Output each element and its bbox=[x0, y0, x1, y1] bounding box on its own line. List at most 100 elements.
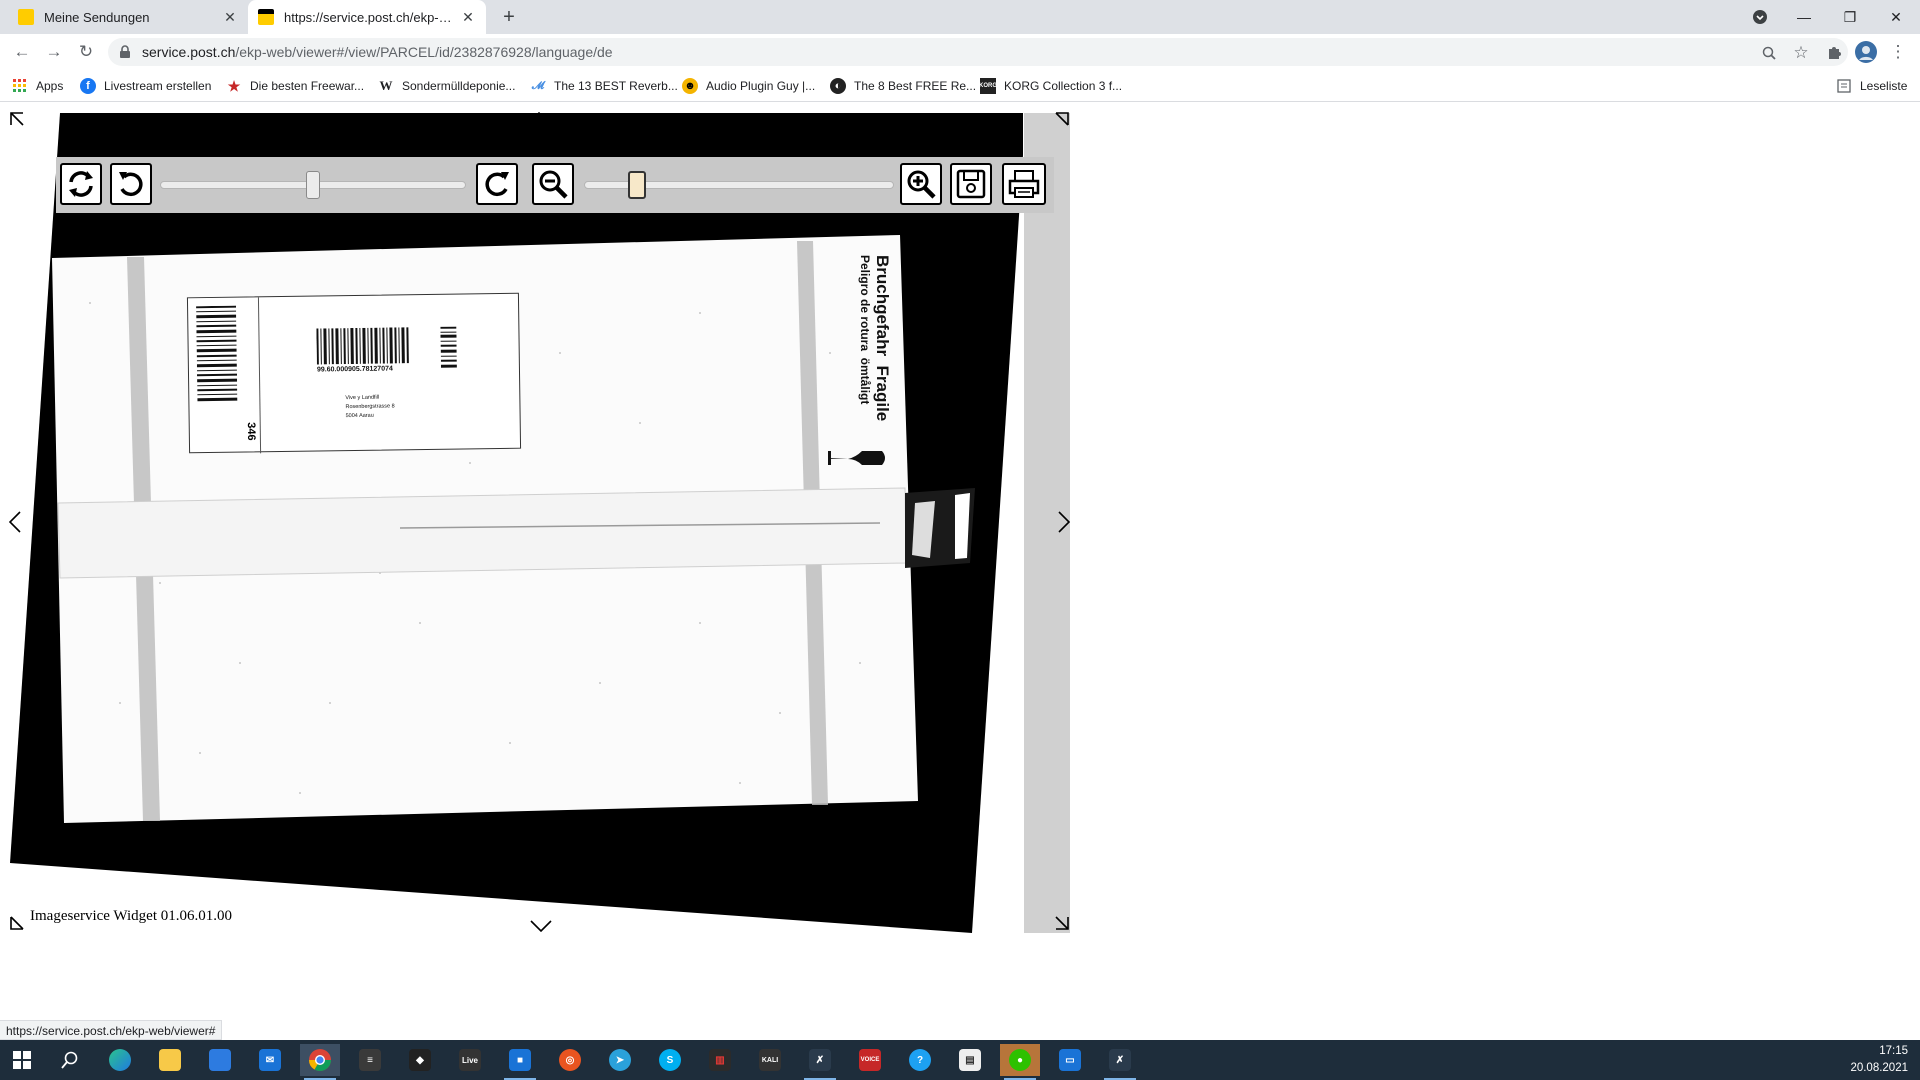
new-tab-button[interactable]: + bbox=[497, 6, 521, 28]
x-app-icon: ✗ bbox=[1109, 1049, 1131, 1071]
print-button[interactable] bbox=[1002, 163, 1046, 205]
mail-button[interactable]: ✉ bbox=[250, 1044, 290, 1076]
bookmark-apps[interactable]: Apps bbox=[12, 77, 63, 95]
voicemeeter-button[interactable]: VOICE bbox=[850, 1044, 890, 1076]
app-chat-button[interactable]: ? bbox=[900, 1044, 940, 1076]
live-icon: Live bbox=[459, 1049, 481, 1071]
search-button[interactable] bbox=[50, 1044, 90, 1076]
zoom-icon[interactable] bbox=[1760, 44, 1778, 62]
rotate-left-button[interactable] bbox=[110, 163, 152, 205]
app-inkscape-button[interactable]: ◆ bbox=[400, 1044, 440, 1076]
file-explorer-button[interactable] bbox=[150, 1044, 190, 1076]
mail-icon: ✉ bbox=[259, 1049, 281, 1071]
app-daw-button[interactable]: ▥ bbox=[700, 1044, 740, 1076]
ableton-live-button[interactable]: Live bbox=[450, 1044, 490, 1076]
floppy-disk-icon bbox=[956, 169, 986, 199]
pan-left-arrow-icon[interactable] bbox=[8, 511, 21, 538]
tab-meine-sendungen[interactable]: Meine Sendungen ✕ bbox=[8, 0, 248, 34]
forward-button[interactable]: → bbox=[42, 40, 66, 64]
app-cube-button[interactable]: ■ bbox=[500, 1044, 540, 1080]
start-button[interactable] bbox=[2, 1044, 42, 1076]
ubuntu-button[interactable]: ◎ bbox=[550, 1044, 590, 1076]
telegram-icon: ➤ bbox=[609, 1049, 631, 1071]
corner-bottom-left-icon[interactable] bbox=[9, 915, 25, 934]
kali-button[interactable]: KALI bbox=[750, 1044, 790, 1076]
menu-button[interactable]: ⋮ bbox=[1886, 40, 1910, 64]
corner-top-left-icon[interactable] bbox=[9, 111, 25, 130]
bookmark-star-icon[interactable]: ☆ bbox=[1792, 43, 1810, 62]
zoom-in-button[interactable] bbox=[900, 163, 942, 205]
facebook-icon: f bbox=[80, 78, 96, 94]
close-window-button[interactable]: ✕ bbox=[1876, 0, 1916, 34]
folder-icon bbox=[159, 1049, 181, 1071]
app-mixer-button[interactable]: ≡ bbox=[350, 1044, 390, 1076]
zoom-slider-thumb[interactable] bbox=[627, 171, 646, 199]
close-tab-icon[interactable]: ✕ bbox=[222, 9, 238, 25]
apps-grid-icon bbox=[12, 78, 28, 94]
printer-icon bbox=[1008, 170, 1040, 198]
address-bar[interactable]: service.post.ch/ekp-web/viewer#/view/PAR… bbox=[108, 38, 1848, 66]
bookmark-freeware[interactable]: ★ Die besten Freewar... bbox=[226, 77, 364, 95]
restore-button[interactable]: ❐ bbox=[1830, 0, 1870, 34]
post-favicon-icon bbox=[18, 9, 34, 25]
tracking-number: 99.60.000905.78127074 bbox=[316, 365, 393, 374]
bookmark-korg[interactable]: KORG KORG Collection 3 f... bbox=[979, 77, 1122, 95]
close-tab-icon[interactable]: ✕ bbox=[460, 9, 476, 25]
kali-icon: KALI bbox=[759, 1049, 781, 1071]
bookmark-audio-plugin[interactable]: ☻ Audio Plugin Guy |... bbox=[682, 77, 815, 95]
wechat-button[interactable]: ● bbox=[1000, 1044, 1040, 1080]
zoom-out-icon bbox=[539, 170, 568, 199]
rotate-right-icon bbox=[485, 172, 509, 197]
reading-list-button[interactable]: Leseliste bbox=[1836, 77, 1907, 95]
system-clock[interactable]: 17:15 20.08.2021 bbox=[1850, 1043, 1908, 1077]
tab-viewer[interactable]: https://service.post.ch/ekp-web/viewer# … bbox=[248, 0, 486, 34]
reload-button[interactable]: ↻ bbox=[74, 40, 98, 64]
pan-up-arrow-icon[interactable] bbox=[528, 111, 550, 129]
back-button[interactable]: ← bbox=[10, 40, 34, 64]
bookmarks-bar: Apps f Livestream erstellen ★ Die besten… bbox=[0, 70, 1920, 102]
pan-down-arrow-icon[interactable] bbox=[530, 919, 552, 937]
tab-search-button[interactable] bbox=[1740, 0, 1780, 34]
bookmark-reverb[interactable]: 𝓜 The 13 BEST Reverb... bbox=[530, 77, 678, 95]
telegram-button[interactable]: ➤ bbox=[600, 1044, 640, 1076]
barcode-left bbox=[196, 305, 238, 402]
bookmark-livestream[interactable]: f Livestream erstellen bbox=[80, 77, 211, 95]
music-icon: 𝓜 bbox=[531, 79, 545, 92]
rotate-right-button[interactable] bbox=[476, 163, 518, 205]
skype-button[interactable]: S bbox=[650, 1044, 690, 1076]
reload-icon: ↻ bbox=[78, 42, 94, 61]
tab-title: https://service.post.ch/ekp-web/viewer# bbox=[284, 9, 460, 25]
store-icon bbox=[209, 1049, 231, 1071]
corner-bottom-right-icon[interactable] bbox=[1054, 915, 1070, 934]
corner-top-right-icon[interactable] bbox=[1054, 111, 1070, 130]
browser-toolbar: ← → ↻ service.post.ch/ekp-web/viewer#/vi… bbox=[0, 34, 1920, 70]
cube-icon: ■ bbox=[509, 1049, 531, 1071]
store-button[interactable] bbox=[200, 1044, 240, 1076]
search-icon bbox=[61, 1051, 78, 1069]
chrome-button[interactable] bbox=[300, 1044, 340, 1080]
rotation-slider-thumb[interactable] bbox=[306, 171, 320, 199]
url-text: service.post.ch/ekp-web/viewer#/view/PAR… bbox=[142, 44, 613, 60]
tab-strip: Meine Sendungen ✕ https://service.post.c… bbox=[0, 0, 1920, 34]
edge-button[interactable] bbox=[100, 1044, 140, 1076]
reset-rotation-button[interactable] bbox=[60, 163, 102, 205]
barcode-main bbox=[316, 327, 409, 365]
profile-avatar[interactable] bbox=[1854, 40, 1878, 64]
pan-right-arrow-icon[interactable] bbox=[1058, 511, 1071, 538]
link-status-bar: https://service.post.ch/ekp-web/viewer# bbox=[0, 1020, 223, 1040]
ubuntu-icon: ◎ bbox=[559, 1049, 581, 1071]
app-x-button[interactable]: ✗ bbox=[800, 1044, 840, 1080]
extensions-button[interactable] bbox=[1822, 40, 1846, 64]
zoom-out-button[interactable] bbox=[532, 163, 574, 205]
app-window-button[interactable]: ▭ bbox=[1050, 1044, 1090, 1076]
bookmark-wikipedia[interactable]: W Sondermülldeponie... bbox=[378, 77, 516, 95]
app-notes-button[interactable]: ▤ bbox=[950, 1044, 990, 1076]
minimize-button[interactable]: — bbox=[1784, 0, 1824, 34]
notes-icon: ▤ bbox=[959, 1049, 981, 1071]
fragile-glass-icon bbox=[828, 451, 885, 465]
refresh-icon bbox=[69, 171, 93, 197]
save-image-button[interactable] bbox=[950, 163, 992, 205]
app-x2-button[interactable]: ✗ bbox=[1100, 1044, 1140, 1080]
moon-icon: ◐ bbox=[830, 78, 846, 94]
bookmark-best-free[interactable]: ◐ The 8 Best FREE Re... bbox=[830, 77, 976, 95]
